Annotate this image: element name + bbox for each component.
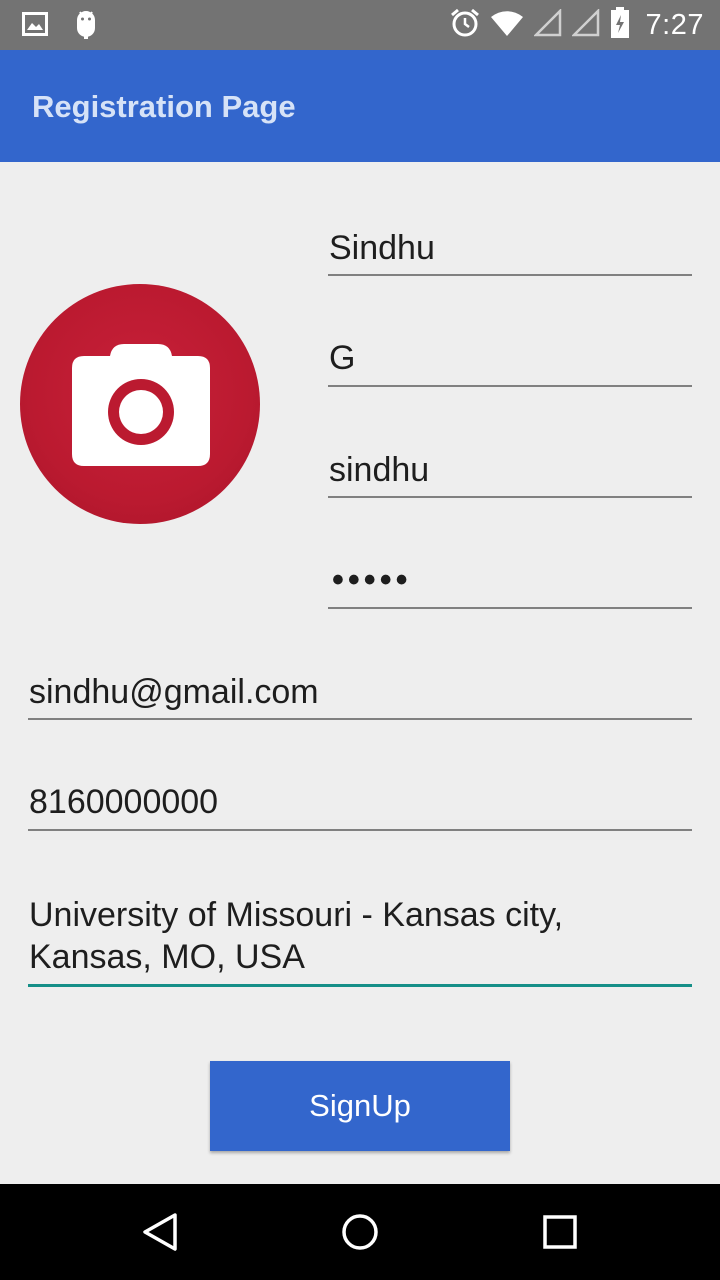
first-name-value: Sindhu [329,229,435,267]
username-field[interactable]: sindhu [328,450,692,498]
clock: 7:27 [645,9,704,41]
home-icon[interactable] [340,1212,380,1257]
screen: 7:27 Registration Page Sindhu G sindhu •… [0,0,720,1280]
wifi-icon [490,9,524,42]
status-bar: 7:27 [0,0,720,50]
image-notification-icon [22,12,48,41]
signal-icon [570,7,600,42]
signal-icon [532,7,562,42]
username-value: sindhu [329,451,430,489]
address-field[interactable]: University of Missouri - Kansas city, Ka… [28,894,692,987]
address-line-1: University of Missouri - Kansas city, [29,896,564,934]
email-value: sindhu@gmail.com [29,673,319,711]
recents-icon[interactable] [542,1212,578,1257]
first-name-field[interactable]: Sindhu [328,228,692,276]
signup-button[interactable]: SignUp [210,1061,510,1151]
page-title: Registration Page [32,89,296,124]
profile-photo-button[interactable] [20,284,260,524]
phone-value: 8160000000 [29,783,219,821]
last-name-field[interactable]: G [328,338,692,387]
navigation-bar [0,1184,720,1280]
camera-icon [72,344,210,466]
phone-field[interactable]: 8160000000 [28,782,692,831]
email-field[interactable]: sindhu@gmail.com [28,672,692,720]
address-line-2: Kansas, MO, USA [29,938,305,976]
password-field[interactable]: ••••• [328,560,692,609]
password-mask: ••••• [332,561,412,599]
back-icon[interactable] [140,1212,180,1257]
app-bar: Registration Page [0,50,720,162]
last-name-value: G [329,339,356,377]
battery-icon [610,7,630,44]
android-debug-icon [74,9,98,44]
alarm-icon [450,8,480,43]
